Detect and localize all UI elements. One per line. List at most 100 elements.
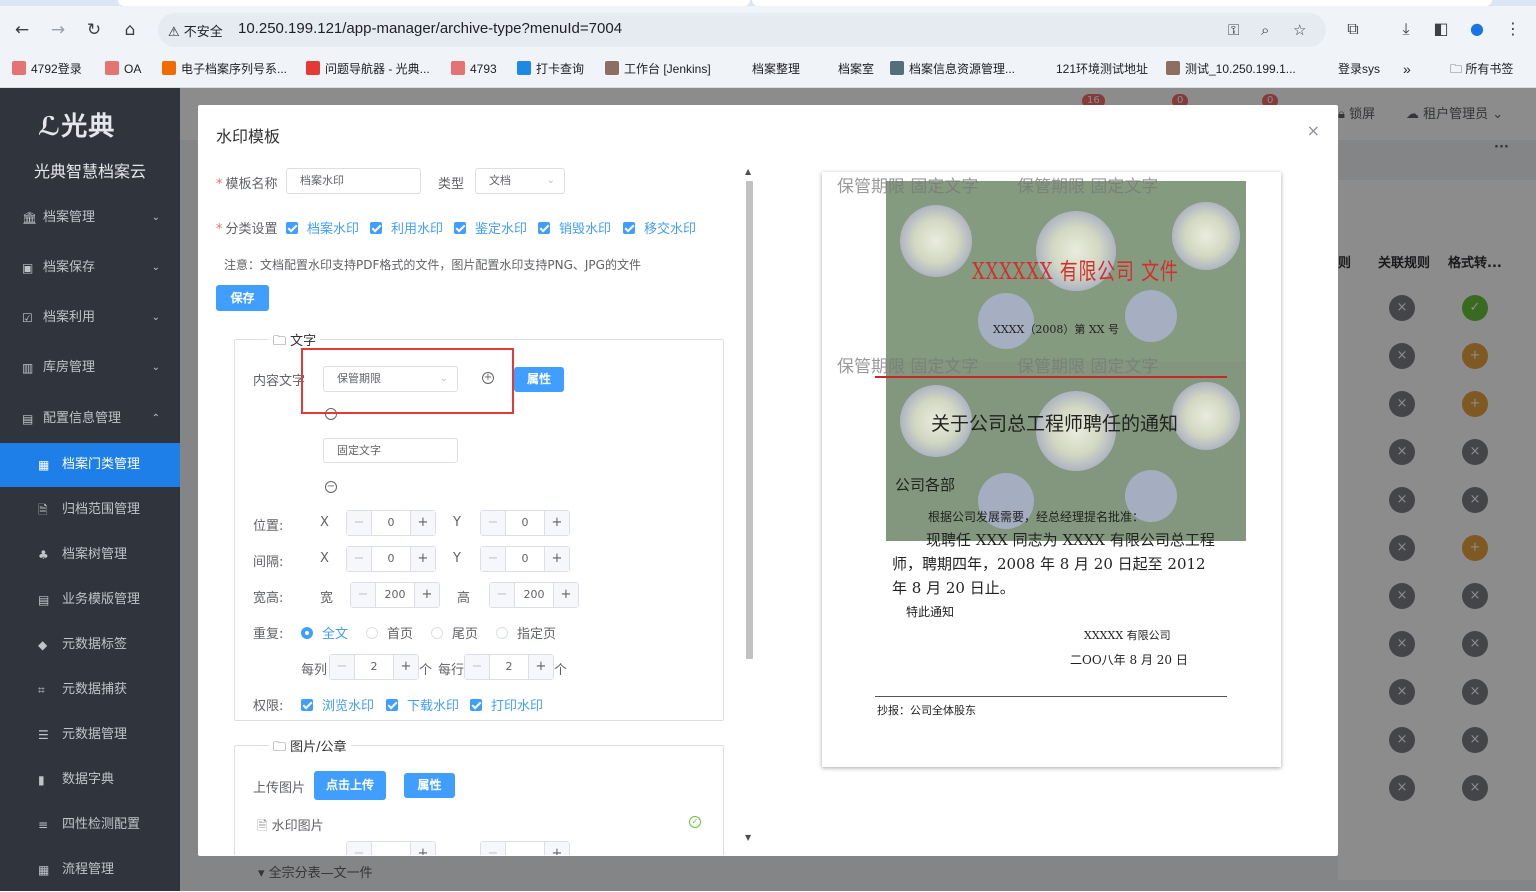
back-icon[interactable]: ← [11, 19, 33, 41]
download-icon[interactable]: ⤓ [1395, 19, 1417, 39]
success-check-icon: ✓ [689, 816, 701, 828]
bookmark-icon [306, 61, 320, 75]
sidebar-subitem[interactable]: ≡ 四性检测配置 [0, 803, 180, 847]
permission-checkbox[interactable]: 下载水印 [386, 695, 459, 714]
box-icon: ▣ [22, 261, 34, 275]
spacing-y-stepper[interactable]: −0 + [480, 546, 570, 572]
more-bookmarks-icon[interactable]: » [1403, 60, 1411, 78]
bookmark[interactable]: 问题导航器 - 光典... [306, 60, 430, 78]
text-attributes-button[interactable]: 属性 [514, 367, 564, 392]
sidebar-item[interactable]: ▤ 配置信息管理 ⌃ [0, 397, 180, 441]
image-attributes-button[interactable]: 属性 [404, 773, 455, 798]
sidebar-item[interactable]: ☑ 档案利用 ⌄ [0, 296, 180, 340]
width-stepper[interactable]: −200 + [350, 582, 440, 608]
sidebar-subitem[interactable]: ☰ 元数据管理 [0, 713, 180, 757]
bookmark[interactable]: 121环境测试地址 [1056, 60, 1148, 78]
key-icon[interactable]: ⚿ [1228, 21, 1239, 39]
save-button[interactable]: 保存 [216, 285, 269, 311]
sidepanel-icon[interactable]: ◧ [1430, 19, 1452, 38]
watermark-template-dialog: 水印模板 × * 模板名称 档案水印 类型 文档 ⌄ * 分类设置 档案水印 利用水印… [198, 105, 1338, 856]
forward-icon[interactable]: → [47, 19, 69, 41]
spacing-x-stepper[interactable]: −0 + [346, 546, 436, 572]
zoom-icon[interactable]: ⌕ [1261, 21, 1269, 39]
all-bookmarks[interactable]: 🗀 所有书签 [1450, 60, 1513, 78]
bookmark[interactable]: 电子档案序列号系... [162, 60, 287, 78]
bookmark[interactable]: 工作台 [Jenkins] [605, 60, 711, 78]
bookmark[interactable]: 登录sys [1338, 60, 1380, 78]
scroll-up-icon[interactable]: ▲ [745, 167, 751, 176]
image-position-y-stepper[interactable]: − + [480, 841, 570, 855]
height-stepper[interactable]: −200 + [489, 582, 579, 608]
permission-checkbox[interactable]: 打印水印 [470, 695, 543, 714]
scrollbar-thumb[interactable] [746, 181, 753, 659]
bookmark[interactable]: 测试_10.250.199.1... [1166, 60, 1296, 78]
watermark-text: 保管期限 固定文字 [837, 357, 979, 377]
position-x-stepper[interactable]: −0 + [346, 510, 436, 536]
form-scrollbar[interactable]: ▲ ▼ [742, 165, 756, 850]
address-bar[interactable]: ⚠ 不安全 10.250.199.121/app-manager/archive… [158, 13, 1326, 47]
scroll-down-icon[interactable]: ▼ [745, 833, 751, 842]
permission-checkbox[interactable]: 浏览水印 [301, 695, 374, 714]
upload-button[interactable]: 点击上传 [314, 771, 386, 800]
sidebar-item[interactable]: 🏛︎ 档案管理 ⌄ [0, 196, 180, 240]
position-y-stepper[interactable]: −0 + [480, 510, 570, 536]
notice-title: 关于公司总工程师聘任的通知 [931, 413, 1179, 435]
sidebar-item-label: 档案保存 [43, 260, 96, 275]
repeat-radio-last[interactable]: 尾页 [431, 623, 478, 642]
star-icon[interactable]: ☆ [1293, 21, 1306, 39]
sidebar-subitem[interactable]: ▮ 数据字典 [0, 758, 180, 802]
template-name-input[interactable]: 档案水印 [286, 168, 421, 194]
category-checkbox[interactable]: 销毁水印 [538, 218, 611, 237]
repeat-radio-all[interactable]: 全文 [301, 623, 348, 642]
bookmark[interactable]: 档案整理 [752, 60, 800, 78]
chevron-icon: ⌄ [151, 362, 160, 373]
image-position-x-stepper[interactable]: − + [346, 841, 436, 855]
sliders-icon: ≡ [38, 818, 49, 832]
menu-dots-icon[interactable]: ⋮ [1502, 19, 1524, 38]
extensions-icon[interactable]: ⧉ [1342, 19, 1364, 39]
bookmark[interactable]: 4793 [451, 60, 497, 78]
remove-circle-icon[interactable]: − [325, 481, 337, 493]
sidebar-subitem[interactable]: ♣ 档案树管理 [0, 533, 180, 577]
bookmark[interactable]: 档案信息资源管理... [890, 60, 1015, 78]
sidebar-subitem[interactable]: ⌗ 元数据捕获 [0, 668, 180, 712]
fixed-text-input[interactable]: 固定文字 [323, 438, 458, 463]
sidebar-item[interactable]: ▣ 档案保存 ⌄ [0, 246, 180, 290]
home-icon[interactable]: ⌂ [119, 19, 141, 41]
bookmark[interactable]: OA [105, 60, 141, 78]
category-checkbox[interactable]: 鉴定水印 [454, 218, 527, 237]
size-label: 宽高: [253, 591, 284, 606]
bookmark[interactable]: 档案室 [838, 60, 874, 78]
sidebar-item-label: 档案门类管理 [62, 457, 141, 472]
folder-icon: 🗀 [1450, 62, 1466, 76]
paragraph: 师，聘期四年，2008 年 8 月 20 日起至 2012 [892, 555, 1206, 573]
repeat-radio-first[interactable]: 首页 [366, 623, 413, 642]
bookmark[interactable]: 4792登录 [12, 60, 82, 78]
category-checkbox[interactable]: 移交水印 [623, 218, 696, 237]
sidebar-item-label: 元数据标签 [62, 637, 128, 652]
per-row-stepper[interactable]: −2 + [464, 654, 554, 680]
bookmark-icon [890, 61, 904, 75]
uploaded-file[interactable]: 🗎 水印图片 [257, 815, 324, 839]
category-checkbox[interactable]: 档案水印 [286, 218, 359, 237]
upload-image-label: 上传图片 [253, 781, 306, 796]
sidebar-subitem[interactable]: ▦ 档案门类管理 [0, 443, 180, 487]
sidebar-item[interactable]: ▥ 库房管理 ⌄ [0, 346, 180, 390]
sidebar-subitem[interactable]: ▤ 业务模版管理 [0, 578, 180, 622]
sidebar-subitem[interactable]: ▦ 流程管理 [0, 848, 180, 892]
profile-icon[interactable]: ● [1466, 19, 1488, 38]
sidebar-subitem[interactable]: 🗎 归档范围管理 [0, 488, 180, 532]
sidebar-subitem[interactable]: ◆ 元数据标签 [0, 623, 180, 667]
not-secure-label[interactable]: ⚠ 不安全 [168, 21, 223, 40]
category-checkbox[interactable]: 利用水印 [370, 218, 443, 237]
repeat-label: 重复: [253, 627, 284, 642]
url-text[interactable]: 10.250.199.121/app-manager/archive-type?… [238, 20, 622, 37]
doc-number: XXXX（2008）第 XX 号 [993, 323, 1119, 336]
close-icon[interactable]: × [1307, 121, 1320, 140]
bookmark[interactable]: 打卡查询 [517, 60, 584, 78]
type-select[interactable]: 文档 ⌄ [475, 168, 565, 194]
per-column-stepper[interactable]: −2 + [329, 654, 419, 680]
repeat-radio-specified[interactable]: 指定页 [496, 623, 556, 642]
reload-icon[interactable]: ↻ [83, 19, 105, 41]
sidebar-item-label: 归档范围管理 [62, 502, 141, 517]
